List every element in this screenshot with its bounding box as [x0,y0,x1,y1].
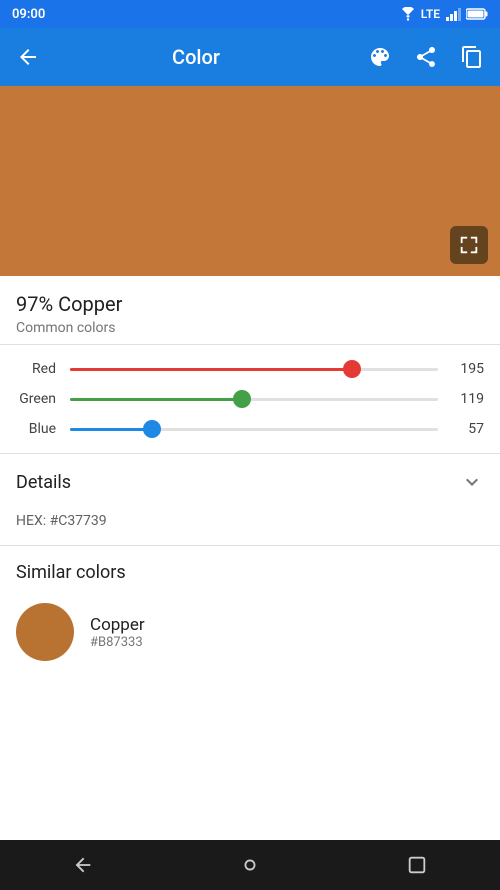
signal-icon [445,7,461,21]
share-icon [414,45,438,69]
palette-icon [368,45,392,69]
blue-value: 57 [452,421,484,437]
blue-slider-track [70,428,438,431]
details-content: HEX: #C37739 [0,510,500,545]
status-icons: LTE [400,7,488,21]
details-section: Details HEX: #C37739 [0,454,500,546]
app-bar: Color [0,28,500,86]
green-slider-row: Green 119 [16,389,484,409]
status-bar: 09:00 LTE [0,0,500,28]
red-label: Red [16,361,56,377]
back-button[interactable] [14,43,42,71]
status-time: 09:00 [12,7,45,22]
red-slider-thumb[interactable] [343,360,361,378]
nav-recent-button[interactable] [395,843,439,887]
expand-icon [458,234,480,256]
nav-home-button[interactable] [228,843,272,887]
copy-icon [460,45,484,69]
nav-recent-icon [406,854,428,876]
app-bar-actions [366,43,486,71]
green-slider-fill [70,398,242,401]
red-slider-track [70,368,438,371]
nav-back-button[interactable] [61,843,105,887]
hex-value: HEX: #C37739 [16,513,107,529]
share-button[interactable] [412,43,440,71]
similar-colors-title: Similar colors [16,562,484,583]
wifi-icon [400,7,416,21]
blue-slider-row: Blue 57 [16,419,484,439]
red-value: 195 [452,361,484,377]
nav-back-icon [72,854,94,876]
red-slider-row: Red 195 [16,359,484,379]
common-colors-label: Common colors [16,320,484,336]
copy-button[interactable] [458,43,486,71]
back-arrow-icon [16,45,40,69]
nav-bar [0,840,500,890]
red-slider-container[interactable] [70,359,438,379]
battery-icon [466,8,488,20]
blue-slider-fill [70,428,152,431]
similar-color-item[interactable]: Copper #B87333 [16,597,484,667]
green-slider-container[interactable] [70,389,438,409]
blue-slider-thumb[interactable] [143,420,161,438]
app-bar-title: Color [42,45,350,69]
details-header[interactable]: Details [0,454,500,510]
similar-color-info: Copper #B87333 [90,615,145,650]
similar-color-swatch [16,603,74,661]
color-display-name: 97% Copper [16,292,484,316]
main-content: 97% Copper Common colors Red 195 Green [0,276,500,840]
green-label: Green [16,391,56,407]
similar-color-name: Copper [90,615,145,635]
details-title: Details [16,472,71,493]
chevron-down-icon [460,470,484,494]
blue-label: Blue [16,421,56,437]
blue-slider-container[interactable] [70,419,438,439]
green-value: 119 [452,391,484,407]
expand-button[interactable] [450,226,488,264]
palette-button[interactable] [366,43,394,71]
nav-home-icon [239,854,261,876]
green-slider-thumb[interactable] [233,390,251,408]
color-name-section: 97% Copper Common colors [0,276,500,345]
similar-colors-section: Similar colors Copper #B87333 [0,546,500,667]
similar-color-hex: #B87333 [90,635,145,650]
color-preview-area [0,86,500,276]
green-slider-track [70,398,438,401]
red-slider-fill [70,368,352,371]
lte-label: LTE [421,7,440,21]
sliders-section: Red 195 Green 119 Blue [0,345,500,454]
